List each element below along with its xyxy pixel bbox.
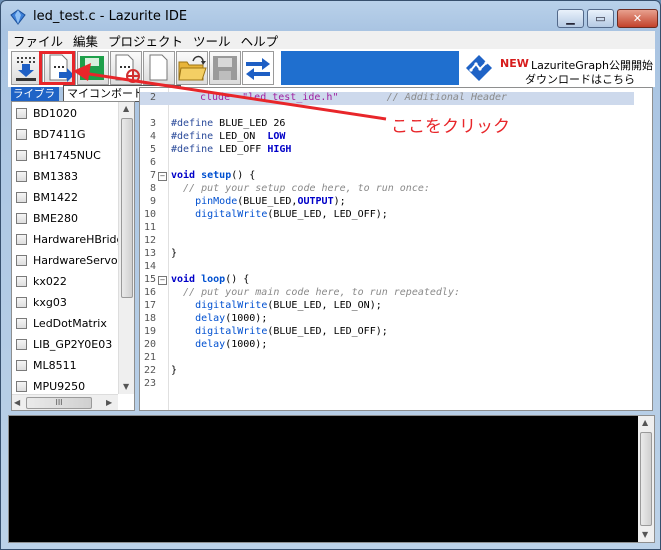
annotation-label: ここをクリック xyxy=(391,117,510,137)
annotation-arrow-icon xyxy=(73,63,387,121)
ide-window: led_test.c - Lazurite IDE ▁ ▭ ✕ ファイル 編集 … xyxy=(0,0,661,550)
